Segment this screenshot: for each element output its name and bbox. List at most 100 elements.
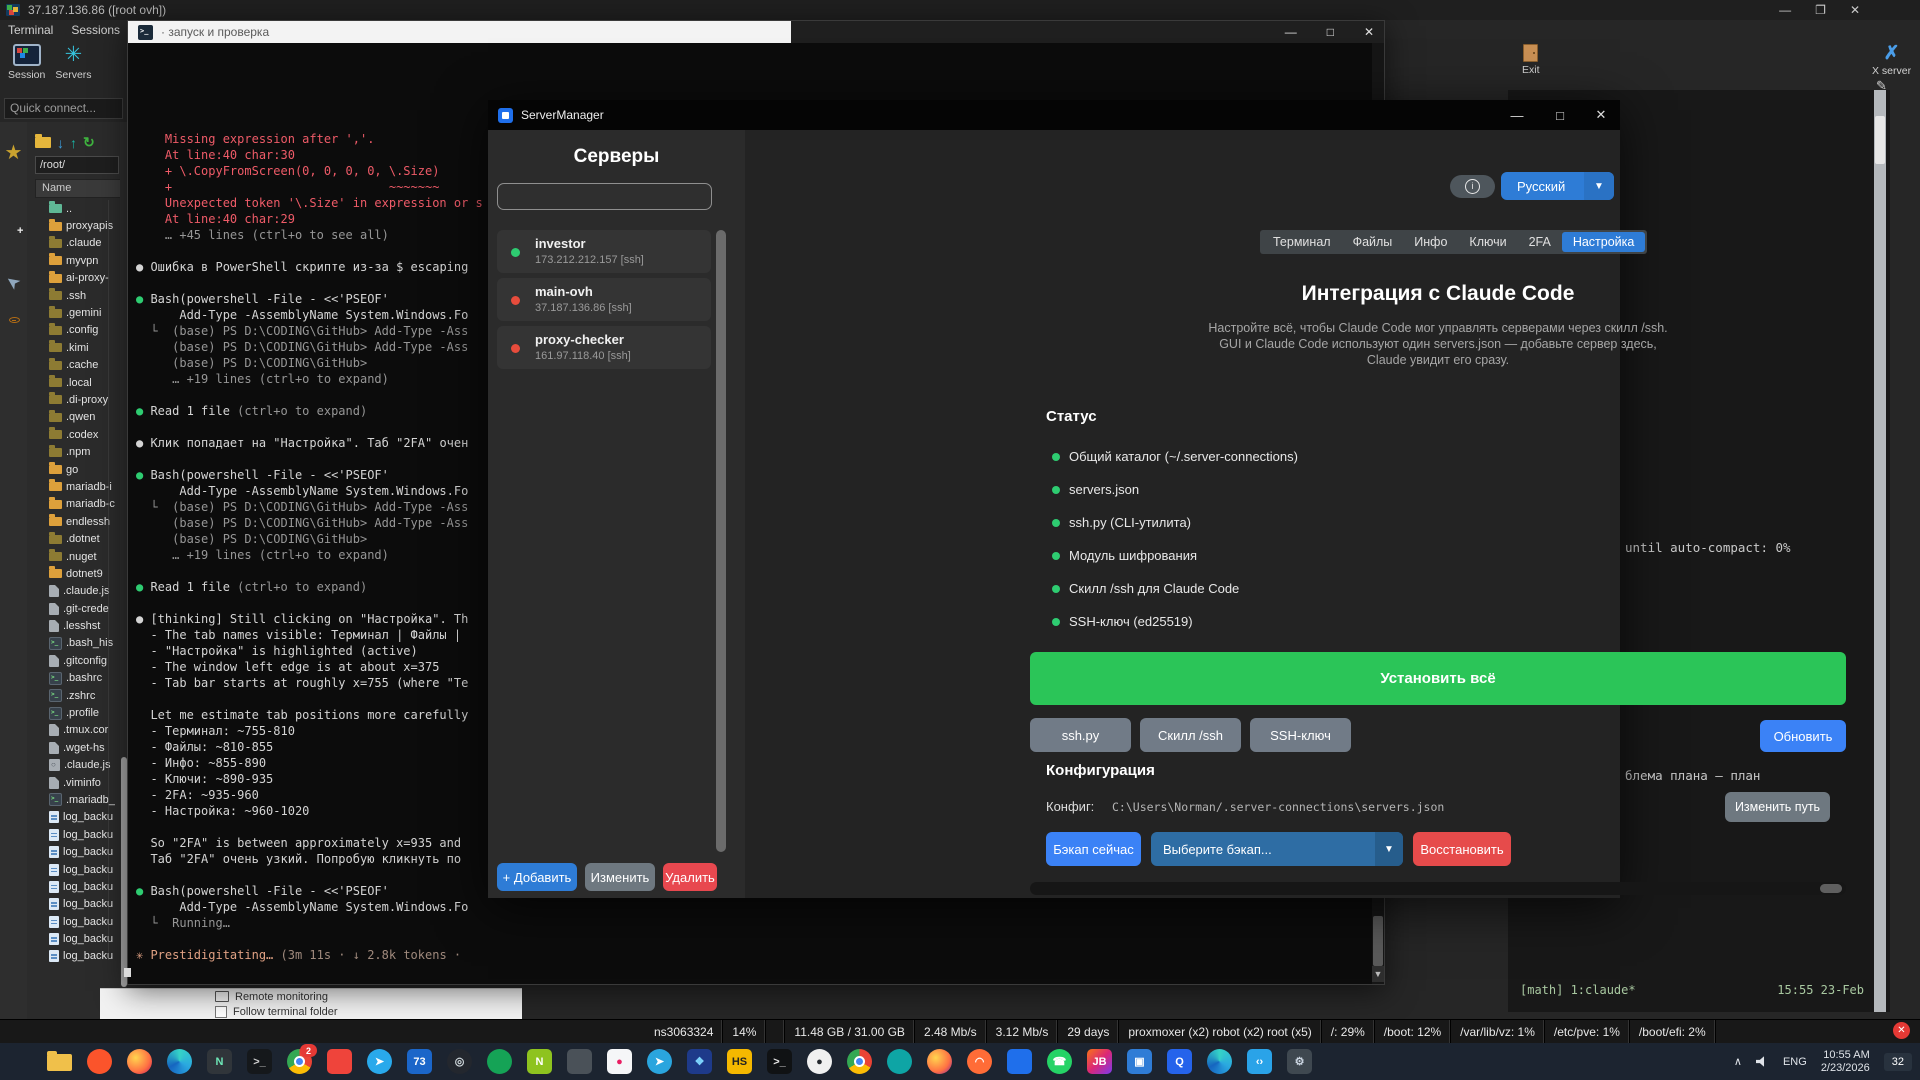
photos-icon[interactable]: ❖ <box>686 1048 713 1075</box>
servermanager-minimize-button[interactable]: — <box>1502 100 1532 130</box>
refresh-button[interactable]: Обновить <box>1760 720 1846 752</box>
sftp-scrollbar[interactable] <box>120 122 127 1019</box>
whatsapp-icon[interactable]: ☎ <box>1046 1048 1073 1075</box>
backup-select[interactable]: Выберите бэкап... ▼ <box>1151 832 1403 866</box>
file-icon <box>49 777 59 789</box>
telegram-icon[interactable]: ➤ <box>366 1048 393 1075</box>
clock[interactable]: 10:55 AM 2/23/2026 <box>1821 1049 1870 1075</box>
install-chip-button[interactable]: SSH-ключ <box>1250 718 1351 752</box>
rdp-icon[interactable]: ▣ <box>1126 1048 1153 1075</box>
chrome-icon[interactable]: 2 <box>286 1048 313 1075</box>
terminal-scrollbar-thumb[interactable] <box>1373 916 1383 966</box>
speedtest-73-icon[interactable]: 73 <box>406 1048 433 1075</box>
content-hscrollbar[interactable] <box>1030 882 1846 895</box>
statusbar-close-button[interactable]: ✕ <box>1893 1022 1910 1039</box>
server-list-panel: Серверы investor 173.212.212.157 [ssh] m… <box>488 130 745 898</box>
install-chip-button[interactable]: ssh.py <box>1030 718 1131 752</box>
scroll-down-icon[interactable]: ▼ <box>1372 966 1384 982</box>
firefox-alt-icon[interactable] <box>926 1048 953 1075</box>
upload-icon[interactable]: ↑ <box>70 135 77 151</box>
postman-icon[interactable]: ◠ <box>966 1048 993 1075</box>
anydesk-icon[interactable] <box>326 1048 353 1075</box>
terminal-tab[interactable]: · запуск и проверка <box>128 21 791 43</box>
file-explorer-icon[interactable] <box>46 1048 73 1075</box>
monitor-icon <box>215 991 229 1002</box>
servers-heading: Серверы <box>488 146 745 168</box>
edit-server-button[interactable]: Изменить <box>585 863 655 891</box>
terminal-minimize-button[interactable]: — <box>1285 25 1297 39</box>
mobaxterm-restore-button[interactable]: ❐ <box>1815 3 1826 17</box>
mobaxterm-minimize-button[interactable]: — <box>1779 3 1791 17</box>
sftp-scrollbar-thumb[interactable] <box>121 757 127 987</box>
server-search-input[interactable] <box>497 183 712 210</box>
server-name: main-ovh <box>535 284 593 299</box>
settings-app-icon[interactable]: ⚙ <box>1286 1048 1313 1075</box>
file-name: log_backu <box>63 864 113 876</box>
refresh-icon[interactable]: ↻ <box>83 134 95 151</box>
restore-button[interactable]: Восстановить <box>1413 832 1511 866</box>
brave-icon[interactable] <box>86 1048 113 1075</box>
menu-item[interactable]: Sessions <box>71 23 120 37</box>
server-list-item[interactable]: main-ovh 37.187.136.86 [ssh] <box>497 278 711 321</box>
green-app-icon[interactable] <box>486 1048 513 1075</box>
hs-app-icon[interactable]: HS <box>726 1048 753 1075</box>
edge-alt-icon[interactable] <box>1206 1048 1233 1075</box>
sftp-path-input[interactable]: /root/ <box>35 156 119 174</box>
notepadpp-icon[interactable]: N <box>526 1048 553 1075</box>
teal-app-icon[interactable] <box>886 1048 913 1075</box>
firefox-icon[interactable] <box>126 1048 153 1075</box>
terminal-maximize-button[interactable]: □ <box>1327 25 1334 39</box>
servermanager-close-button[interactable]: ✕ <box>1586 100 1616 130</box>
volume-icon[interactable] <box>1756 1056 1769 1067</box>
blue-app-icon[interactable] <box>1006 1048 1033 1075</box>
vscode-icon[interactable]: ‹› <box>1246 1048 1273 1075</box>
follow-folder-checkbox[interactable] <box>215 1006 227 1018</box>
server-list-item[interactable]: investor 173.212.212.157 [ssh] <box>497 230 711 273</box>
github-icon[interactable]: ● <box>806 1048 833 1075</box>
gray-app-icon[interactable] <box>566 1048 593 1075</box>
exit-icon <box>1523 44 1538 62</box>
session-button[interactable]: Session <box>8 40 45 92</box>
add-server-button[interactable]: + Добавить <box>497 863 577 891</box>
mobaxterm-close-button[interactable]: ✕ <box>1850 3 1860 17</box>
server-list-item[interactable]: proxy-checker 161.97.118.40 [ssh] <box>497 326 711 369</box>
terminal-dark-icon[interactable]: >_ <box>246 1048 273 1075</box>
servermanager-maximize-button[interactable]: □ <box>1545 100 1575 130</box>
obs-icon[interactable]: ◎ <box>446 1048 473 1075</box>
terminal-icon[interactable]: >_ <box>766 1048 793 1075</box>
file-name: .git-crede <box>63 603 109 615</box>
tray-chevron-icon[interactable]: ∧ <box>1734 1055 1742 1068</box>
change-path-button[interactable]: Изменить путь <box>1725 792 1830 822</box>
install-all-button[interactable]: Установить всё <box>1030 652 1846 705</box>
exit-button[interactable]: Exit <box>1522 44 1540 76</box>
x-server-button[interactable]: ✗ X server <box>1872 44 1911 77</box>
quick-assist-icon[interactable]: Q <box>1166 1048 1193 1075</box>
edge-icon[interactable] <box>166 1048 193 1075</box>
sftp-name-header[interactable]: Name <box>35 179 120 198</box>
language-indicator[interactable]: ENG <box>1783 1056 1807 1068</box>
paint-icon[interactable]: ● <box>606 1048 633 1075</box>
chrome-beta-icon[interactable] <box>846 1048 873 1075</box>
terminal-close-button[interactable]: ✕ <box>1364 25 1374 39</box>
menu-item[interactable]: Terminal <box>8 23 53 37</box>
server-list-scrollbar[interactable] <box>716 230 726 852</box>
telegram-alt-icon[interactable]: ➤ <box>646 1048 673 1075</box>
servers-button[interactable]: ✳ Servers <box>55 40 91 92</box>
notification-count[interactable]: 32 <box>1884 1053 1912 1071</box>
dark-app-icon[interactable]: N <box>206 1048 233 1075</box>
sftp-column-divider <box>108 200 109 960</box>
install-chip-button[interactable]: Скилл /ssh <box>1140 718 1241 752</box>
paper-plane-icon[interactable]: ➤ <box>0 272 27 292</box>
statusbar-text: 11.48 GB / 31.00 GB <box>794 1025 905 1039</box>
download-icon[interactable]: ↓ <box>57 135 64 151</box>
start-button[interactable] <box>6 1048 33 1075</box>
backup-now-button[interactable]: Бэкап сейчас <box>1046 832 1141 866</box>
delete-server-button[interactable]: Удалить <box>663 863 717 891</box>
folder-up-icon[interactable] <box>35 137 51 148</box>
remote-monitoring-button[interactable]: Remote monitoring <box>100 989 522 1004</box>
jetbrains-icon[interactable]: JB <box>1086 1048 1113 1075</box>
favorites-star-icon[interactable]: ★ <box>0 140 27 165</box>
background-terminal-scrollbar[interactable] <box>1874 90 1886 1012</box>
content-hscrollbar-thumb[interactable] <box>1820 884 1842 893</box>
quick-connect-input[interactable]: Quick connect... <box>4 98 123 119</box>
